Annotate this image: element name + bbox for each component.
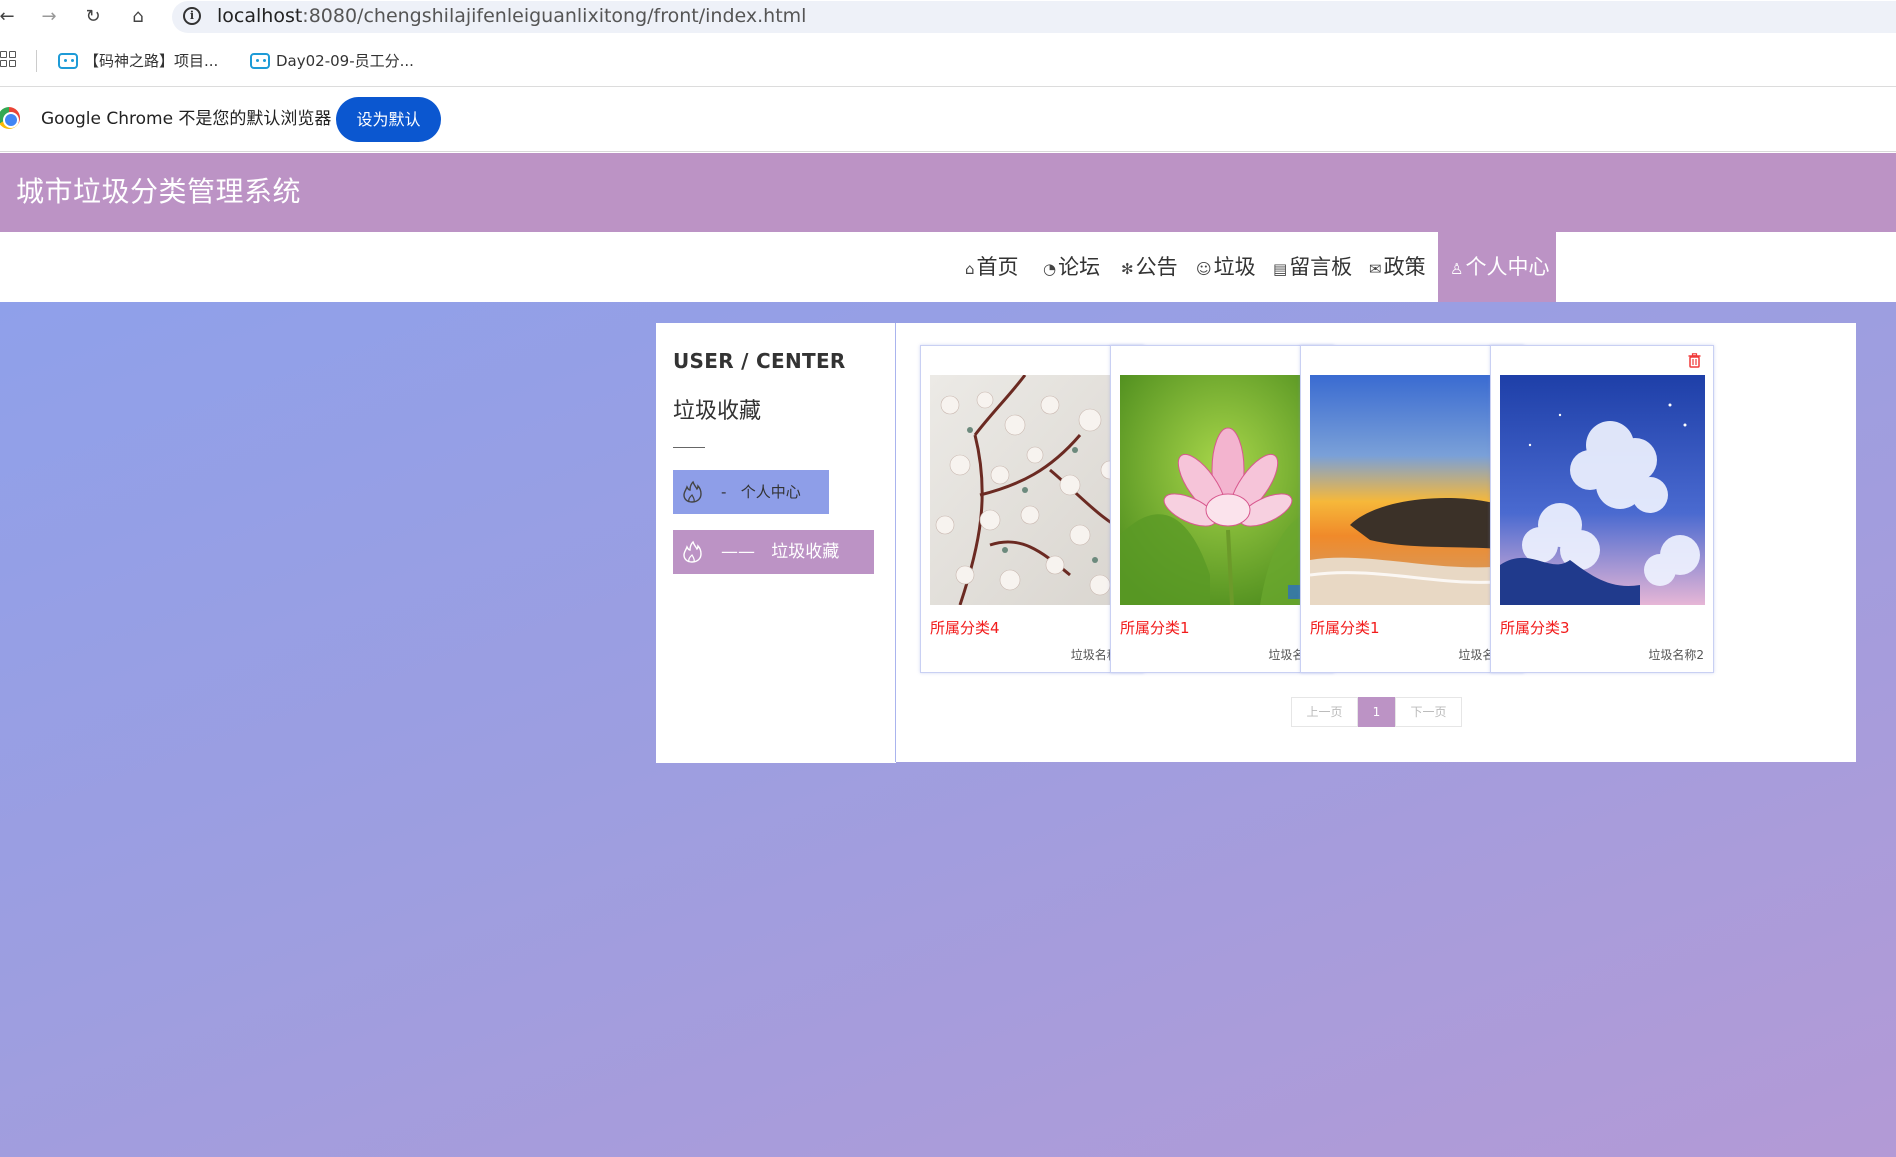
next-page-button[interactable]: 下一页 [1395,697,1462,727]
reload-icon[interactable]: ↻ [80,4,106,30]
sidebar-title: USER / CENTER [673,349,846,373]
bilibili-tv-icon [250,53,270,69]
bookmarks-separator [36,50,37,72]
default-browser-infobar: Google Chrome 不是您的默认浏览器 设为默认 [0,87,1896,152]
nav-label: 论坛 [1058,255,1101,279]
sidebar-item-user-center[interactable]: - 个人中心 [673,470,829,514]
card-name: 垃圾名称2 [1648,648,1704,662]
card-category: 所属分类3 [1500,619,1570,637]
menu-prefix: —— [721,542,755,562]
nav-label: 政策 [1383,255,1426,279]
menu-label: 个人中心 [740,483,801,501]
site-info-icon[interactable]: i [183,7,201,25]
sidebar-item-garbage-favorites[interactable]: —— 垃圾收藏 [673,530,874,574]
url-host: localhost [217,5,303,27]
site-header: 城市垃圾分类管理系统 [0,153,1896,232]
sky-clouds-image[interactable] [1500,375,1705,605]
nav-label: 垃圾 [1213,255,1256,279]
gift-icon: ▤ [1273,260,1288,278]
prev-page-button[interactable]: 上一页 [1291,697,1358,727]
sidebar-subtitle: 垃圾收藏 [673,399,762,424]
user-icon: ♙ [1450,260,1464,278]
back-icon[interactable]: ← [0,4,20,30]
sunset-beach-image[interactable] [1310,375,1515,605]
nav-item-forum[interactable]: ◔论坛 [1043,232,1100,302]
flame-icon [683,480,702,503]
bookmarks-bar: 【码神之路】项目... Day02-09-员工分... [0,42,1896,82]
trash-icon[interactable] [1688,353,1701,368]
cherry-blossom-image[interactable] [930,375,1135,605]
sidebar-divider [673,447,705,448]
dashboard-icon: ◔ [1043,260,1057,278]
infobar-message: Google Chrome 不是您的默认浏览器 [41,109,332,129]
apps-grid-icon[interactable] [0,51,18,69]
nav-item-notice[interactable]: ✻公告 [1121,232,1178,302]
forward-icon[interactable]: → [36,4,62,30]
favorites-panel: 所属分类4 垃圾名称11 所属分类1 垃圾名称7 所属分类1 垃圾名称6 所属分… [895,323,1856,762]
nav-item-home[interactable]: ⌂首页 [965,232,1019,302]
nav-item-garbage[interactable]: ☺垃圾 [1196,232,1256,302]
card-category: 所属分类1 [1310,619,1380,637]
site-nav: ⌂首页 ◔论坛 ✻公告 ☺垃圾 ▤留言板 ✉政策 ♙个人中心 [0,232,1896,302]
snowflake-icon: ✻ [1121,260,1134,278]
face-icon: ☺ [1196,260,1212,278]
url-path: :8080/chengshilajifenleiguanlixitong/fro… [302,5,807,27]
browser-address-bar: ← → ↻ ⌂ i localhost:8080/chengshilajifen… [0,0,1896,34]
user-center-sidebar: USER / CENTER 垃圾收藏 - 个人中心 —— 垃圾收藏 [656,323,896,763]
menu-prefix: - [721,483,727,501]
nav-item-message-board[interactable]: ▤留言板 [1273,232,1352,302]
chrome-logo-icon [0,107,20,129]
bookmark-item[interactable]: 【码神之路】项目... [56,48,218,74]
favorite-card[interactable]: 所属分类3 垃圾名称2 [1490,345,1714,673]
url-text[interactable]: localhost:8080/chengshilajifenleiguanlix… [217,4,806,28]
mail-icon: ✉ [1369,260,1382,278]
flame-icon [683,540,702,563]
nav-label: 留言板 [1289,255,1353,279]
bookmark-label: 【码神之路】项目... [84,52,219,70]
set-default-button[interactable]: 设为默认 [336,97,441,142]
bilibili-tv-icon [58,53,78,69]
page-1-button[interactable]: 1 [1358,697,1395,727]
home-icon: ⌂ [965,260,975,278]
menu-label: 垃圾收藏 [771,542,840,562]
card-category: 所属分类4 [930,619,1000,637]
bookmark-item[interactable]: Day02-09-员工分... [248,48,414,74]
nav-label: 首页 [976,255,1019,279]
nav-item-policy[interactable]: ✉政策 [1369,232,1426,302]
home-icon[interactable]: ⌂ [125,4,151,30]
card-category: 所属分类1 [1120,619,1190,637]
nav-label: 个人中心 [1465,255,1550,279]
site-title: 城市垃圾分类管理系统 [16,175,302,208]
nav-item-user-center[interactable]: ♙个人中心 [1438,232,1556,302]
bookmark-label: Day02-09-员工分... [276,52,414,70]
lotus-flower-image[interactable] [1120,375,1325,605]
nav-label: 公告 [1135,255,1178,279]
